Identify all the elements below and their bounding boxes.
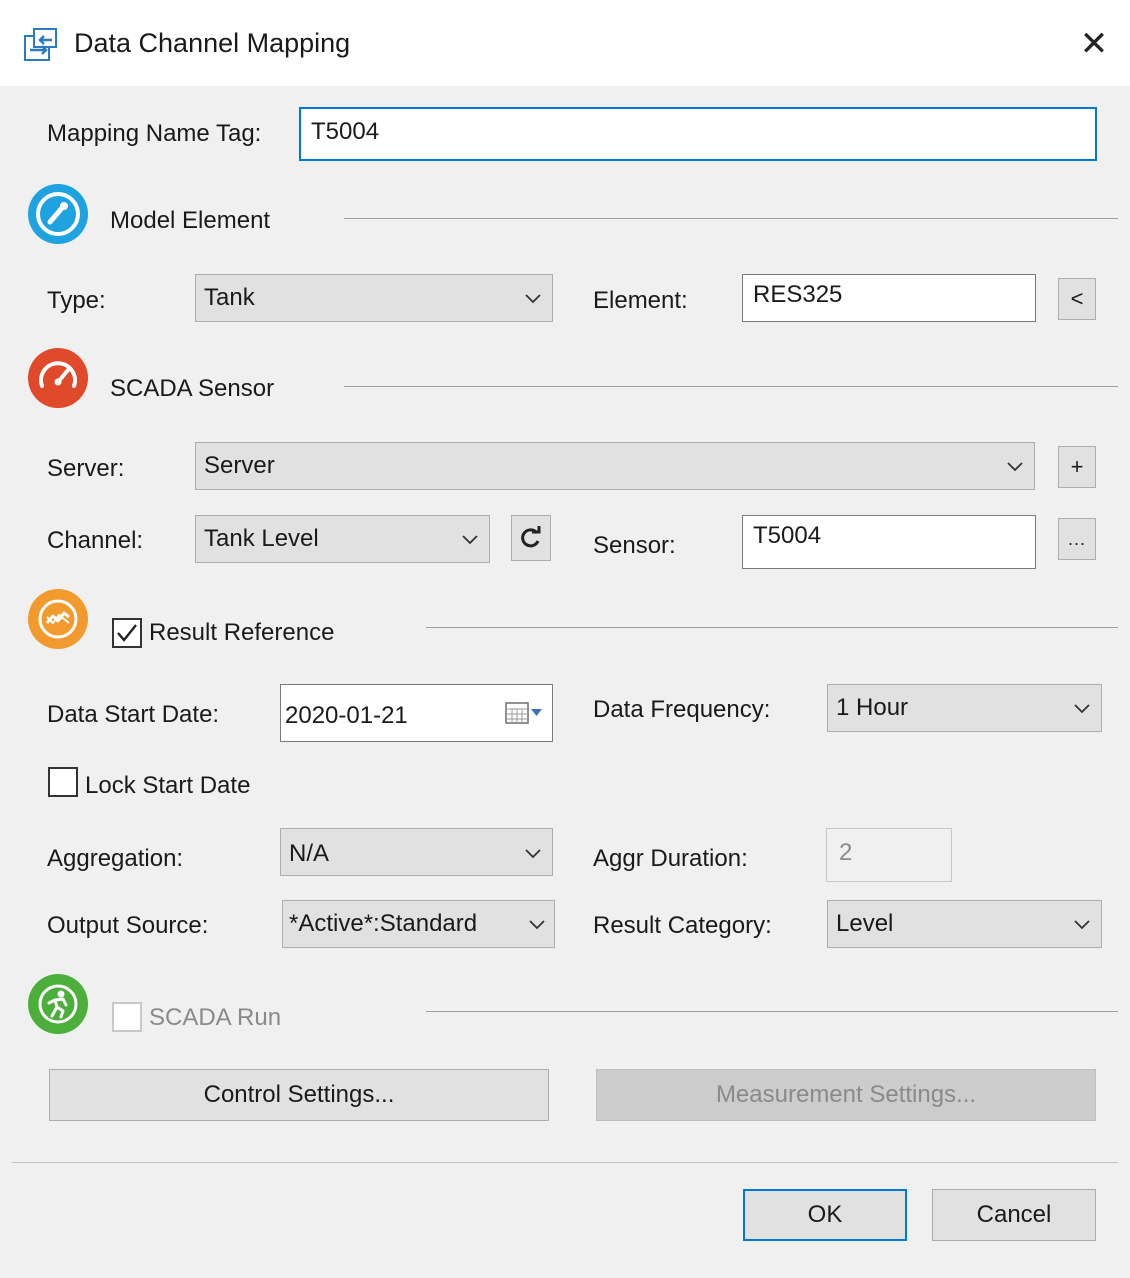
element-value: RES325: [753, 281, 843, 308]
aggr-duration-input[interactable]: 2: [826, 828, 952, 882]
measurement-settings-button[interactable]: Measurement Settings...: [596, 1069, 1096, 1121]
chevron-down-icon: [529, 920, 545, 930]
chevron-down-icon: [525, 849, 541, 859]
output-source-value: *Active*:Standard: [289, 910, 478, 937]
model-element-heading: Model Element: [110, 207, 271, 234]
lock-start-date-label: Lock Start Date: [85, 772, 251, 799]
section-divider: [344, 386, 1118, 387]
type-label: Type:: [47, 287, 106, 314]
refresh-channel-button[interactable]: [511, 515, 551, 561]
section-divider: [426, 1011, 1118, 1012]
sensor-value: T5004: [753, 522, 822, 549]
channel-label: Channel:: [47, 527, 144, 554]
trend-chart-icon: [28, 589, 88, 649]
result-reference-label: Result Reference: [149, 619, 335, 646]
refresh-icon: [521, 526, 541, 548]
mapping-name-input[interactable]: T5004: [299, 107, 1097, 161]
scada-run-checkbox[interactable]: [112, 1002, 142, 1032]
aggregation-label: Aggregation:: [47, 845, 184, 872]
footer-divider: [12, 1162, 1118, 1163]
valve-icon: [28, 184, 88, 244]
start-date-picker[interactable]: 2020-01-21: [280, 684, 553, 742]
browse-sensor-button[interactable]: ...: [1058, 518, 1096, 560]
frequency-value: 1 Hour: [836, 694, 909, 721]
start-date-label: Data Start Date:: [47, 701, 220, 728]
chevron-down-icon: [1074, 920, 1090, 930]
checkmark-icon: [117, 624, 137, 642]
calendar-icon[interactable]: [504, 699, 544, 727]
element-label: Element:: [593, 287, 688, 314]
server-dropdown[interactable]: Server: [195, 442, 1035, 490]
add-server-button[interactable]: +: [1058, 446, 1096, 488]
result-reference-checkbox[interactable]: [112, 618, 142, 648]
output-source-label: Output Source:: [47, 912, 209, 939]
ok-button[interactable]: OK: [743, 1189, 907, 1241]
section-divider: [426, 627, 1118, 628]
cancel-button[interactable]: Cancel: [932, 1189, 1096, 1241]
chevron-down-icon: [462, 535, 478, 545]
section-divider: [344, 218, 1118, 219]
type-dropdown[interactable]: Tank: [195, 274, 553, 322]
aggr-duration-value: 2: [839, 839, 853, 866]
channel-value: Tank Level: [204, 525, 319, 552]
mapping-name-label: Mapping Name Tag:: [47, 120, 262, 147]
scada-sensor-heading: SCADA Sensor: [110, 375, 275, 402]
window-title: Data Channel Mapping: [74, 28, 351, 58]
mapping-name-value: T5004: [311, 118, 380, 145]
pick-element-button[interactable]: <: [1058, 278, 1096, 320]
element-input[interactable]: RES325: [742, 274, 1036, 322]
chevron-down-icon: [1074, 704, 1090, 714]
result-category-label: Result Category:: [593, 912, 772, 939]
chevron-down-icon: [525, 294, 541, 304]
output-source-dropdown[interactable]: *Active*:Standard: [282, 900, 555, 948]
control-settings-button[interactable]: Control Settings...: [49, 1069, 549, 1121]
gauge-icon: [28, 348, 88, 408]
chevron-down-icon: [1007, 462, 1023, 472]
data-mapping-icon: [24, 28, 58, 62]
result-category-dropdown[interactable]: Level: [827, 900, 1102, 948]
sensor-label: Sensor:: [593, 532, 676, 559]
channel-dropdown[interactable]: Tank Level: [195, 515, 490, 563]
lock-start-date-checkbox[interactable]: [48, 767, 78, 797]
server-label: Server:: [47, 455, 125, 482]
start-date-value: 2020-01-21: [285, 702, 408, 729]
server-value: Server: [204, 452, 275, 479]
result-category-value: Level: [836, 910, 894, 937]
frequency-label: Data Frequency:: [593, 696, 771, 723]
aggr-duration-label: Aggr Duration:: [593, 845, 748, 872]
aggregation-dropdown[interactable]: N/A: [280, 828, 553, 876]
sensor-input[interactable]: T5004: [742, 515, 1036, 569]
close-button[interactable]: ✕: [1068, 24, 1120, 68]
runner-icon: [28, 974, 88, 1034]
type-value: Tank: [204, 284, 255, 311]
frequency-dropdown[interactable]: 1 Hour: [827, 684, 1102, 732]
scada-run-label: SCADA Run: [149, 1004, 282, 1031]
aggregation-value: N/A: [289, 840, 330, 867]
